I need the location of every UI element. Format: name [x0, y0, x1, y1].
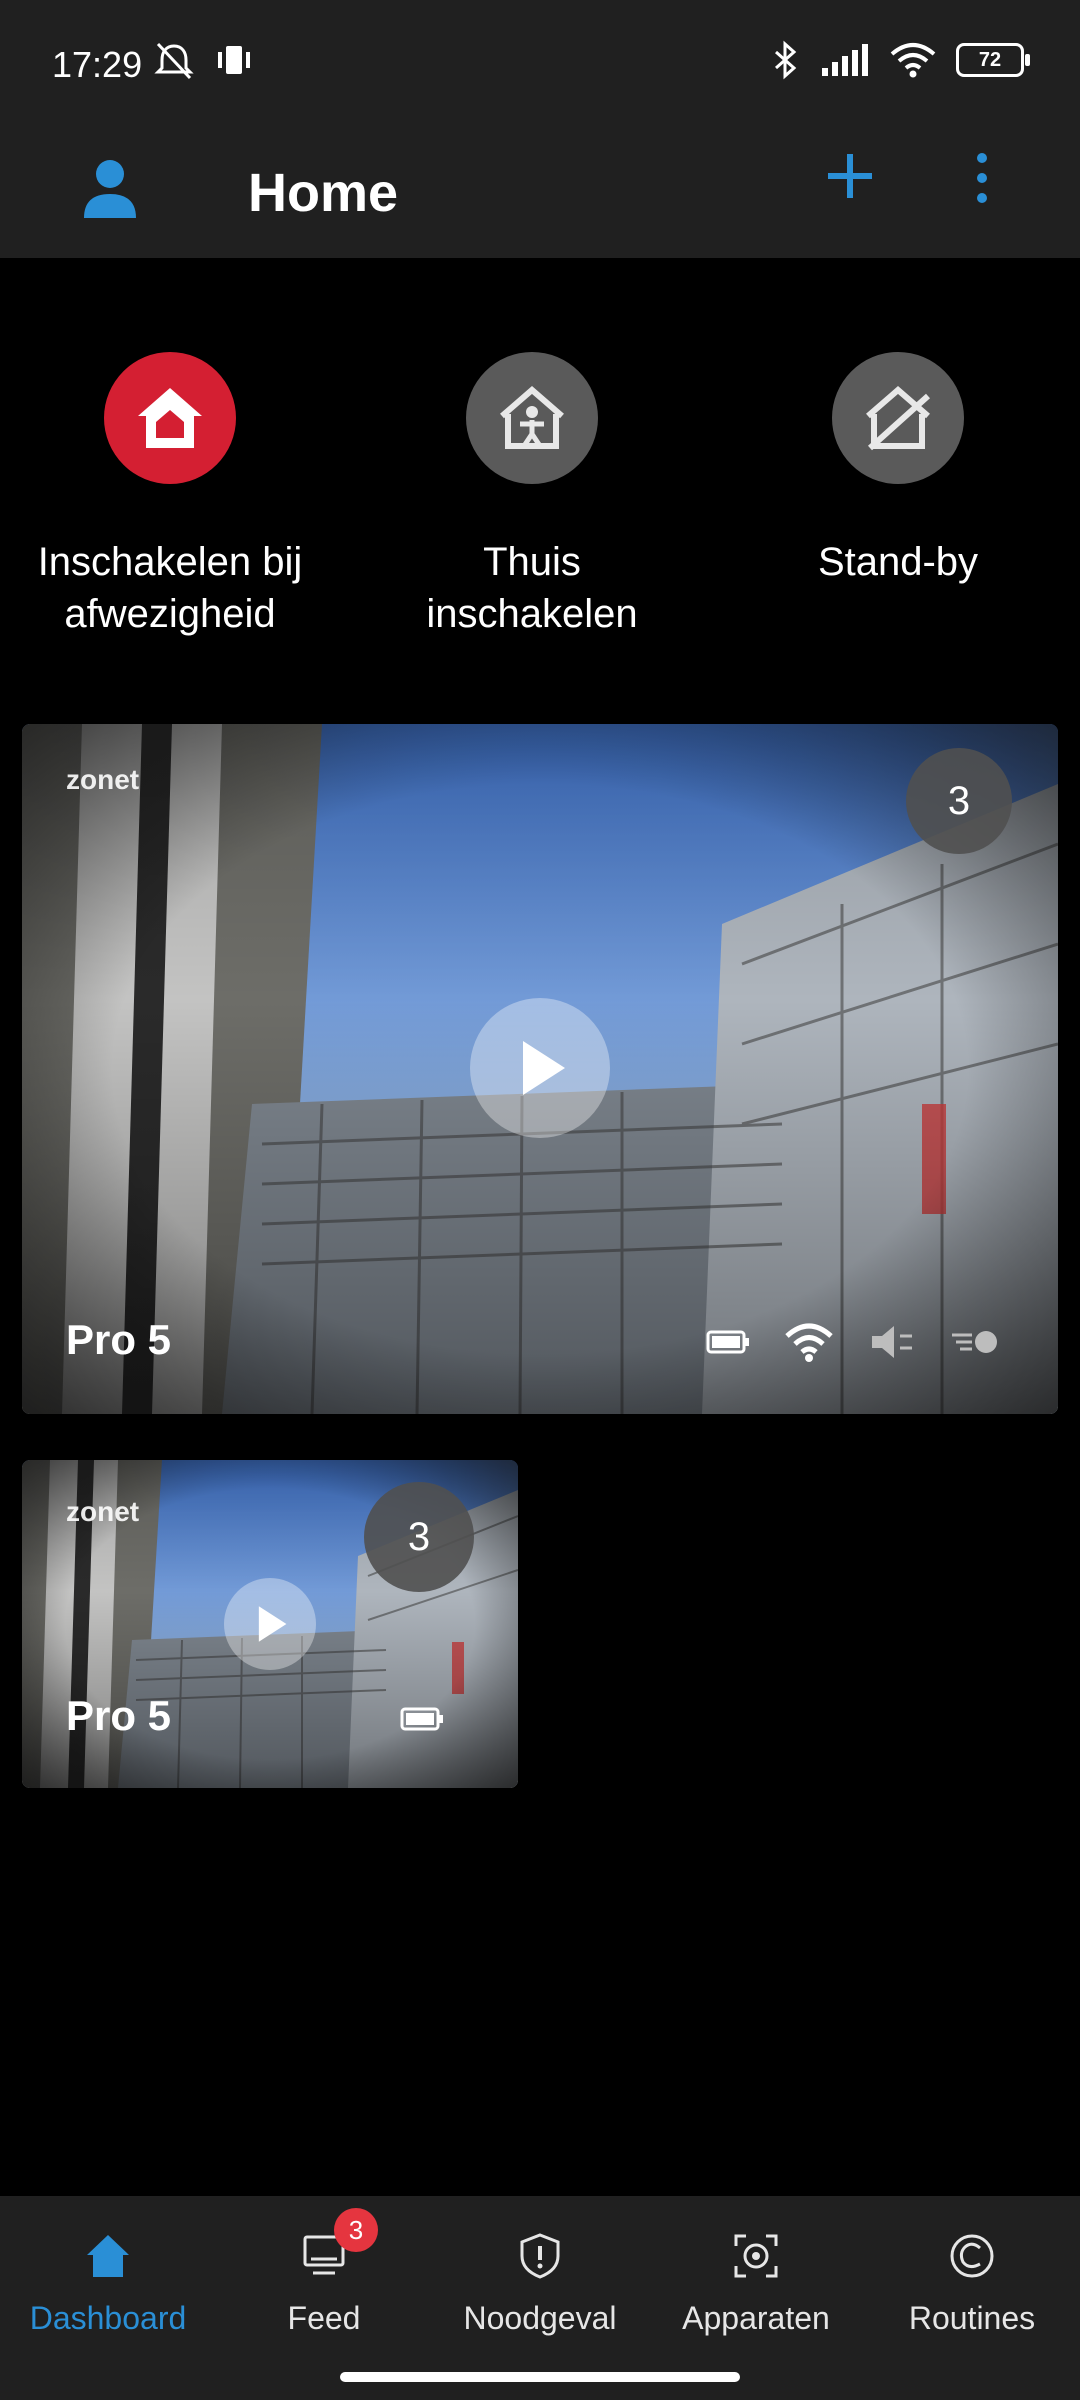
mode-label: Inschakelen bij afwezigheid	[37, 540, 303, 636]
nav-item-emergency[interactable]: Noodgeval	[432, 2226, 648, 2337]
standby-button[interactable]	[832, 352, 964, 484]
home-indicator[interactable]	[340, 2372, 740, 2382]
home-icon	[78, 2226, 138, 2286]
nav-label: Apparaten	[682, 2300, 830, 2336]
bottom-navigation: Dashboard 3 Feed Noodgeval Apparaten Rou…	[0, 2196, 1080, 2400]
nav-item-feed[interactable]: 3 Feed	[216, 2208, 432, 2337]
nav-label: Routines	[908, 2300, 1036, 2336]
mode-standby[interactable]: Stand-by	[728, 352, 1068, 588]
status-right-icons: 72	[770, 40, 1030, 80]
camera-card[interactable]: zonet 3 Pro 5	[22, 724, 1058, 1414]
play-button[interactable]	[470, 998, 610, 1138]
nav-item-routines[interactable]: Routines	[864, 2226, 1080, 2337]
battery-indicator: 72	[956, 43, 1030, 77]
nav-item-devices[interactable]: Apparaten	[648, 2226, 864, 2337]
page-title: Home	[248, 163, 399, 223]
feed-icon: 3	[294, 2208, 378, 2286]
arm-home-button[interactable]	[466, 352, 598, 484]
signal-icon	[822, 44, 868, 76]
mode-label: Thuis inschakelen	[426, 540, 638, 636]
mode-arm-home[interactable]: Thuis inschakelen	[362, 352, 702, 640]
camera-device-icon	[726, 2226, 786, 2286]
play-icon	[523, 1041, 565, 1095]
add-icon[interactable]	[822, 148, 878, 204]
camera-status-icons	[400, 1706, 444, 1732]
routines-icon	[942, 2226, 1002, 2286]
house-icon	[138, 388, 202, 448]
camera-status-icons	[706, 1322, 1000, 1362]
play-icon	[258, 1606, 287, 1642]
camera-event-badge[interactable]: 3	[906, 748, 1012, 854]
camera-card[interactable]: zonet 3 Pro 5	[22, 1460, 518, 1788]
camera-event-badge[interactable]: 3	[364, 1482, 474, 1592]
status-time: 17:29	[52, 44, 143, 85]
battery-icon	[400, 1707, 443, 1731]
nav-label: Dashboard	[29, 2300, 187, 2336]
speaker-muted-icon	[872, 1326, 912, 1358]
bell-off-icon	[154, 42, 194, 80]
mode-label: Stand-by	[817, 540, 979, 584]
house-person-icon	[500, 386, 564, 449]
nav-label: Feed	[287, 2300, 361, 2336]
nav-label: Noodgeval	[463, 2300, 617, 2336]
wifi-icon	[785, 1323, 833, 1362]
camera-name: Pro 5	[66, 1692, 172, 1739]
wifi-icon	[890, 43, 936, 78]
shield-alert-icon	[510, 2226, 570, 2286]
status-bar: 17:29 72	[0, 0, 1080, 128]
vibrate-icon	[218, 46, 250, 74]
more-vert-icon[interactable]	[968, 148, 996, 208]
camera-name: Pro 5	[66, 1316, 172, 1363]
arm-away-button[interactable]	[104, 352, 236, 484]
camera-zone-label: zonet	[66, 1496, 140, 1527]
profile-icon[interactable]	[80, 152, 140, 224]
feed-badge: 3	[334, 2208, 378, 2252]
app-bar: Home	[0, 128, 1080, 258]
battery-icon	[706, 1330, 749, 1354]
bluetooth-icon	[775, 40, 797, 80]
mode-arm-away[interactable]: Inschakelen bij afwezigheid	[0, 352, 340, 640]
camera-zone-label: zonet	[66, 764, 140, 795]
motion-icon	[952, 1331, 997, 1353]
nav-item-dashboard[interactable]: Dashboard	[0, 2226, 216, 2337]
play-button[interactable]	[224, 1578, 316, 1670]
status-left-icons	[152, 40, 254, 80]
house-off-icon	[866, 386, 931, 451]
